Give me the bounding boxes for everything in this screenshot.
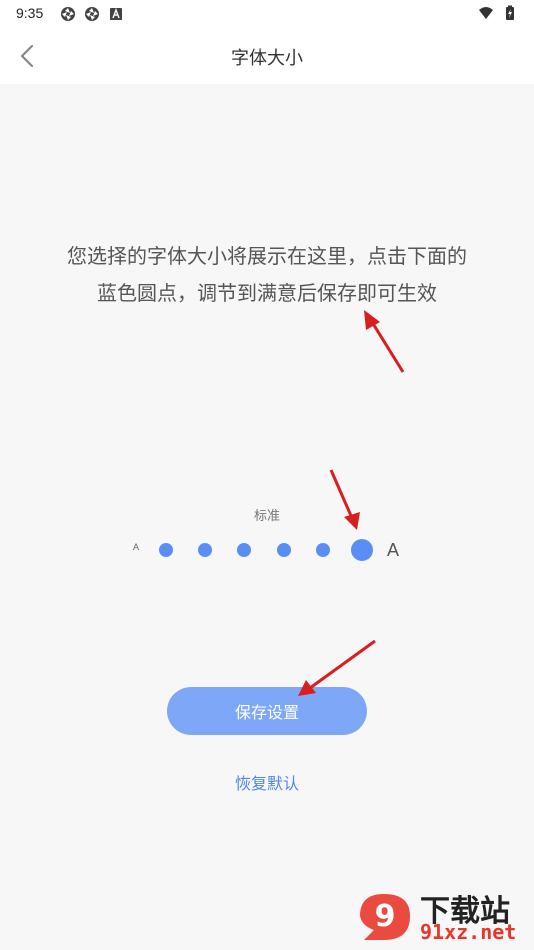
font-preview-text: 您选择的字体大小将展示在这里，点击下面的 蓝色圆点，调节到满意后保存即可生效 bbox=[20, 238, 514, 312]
watermark-logo: 9 bbox=[360, 894, 410, 940]
app-bar: 字体大小 bbox=[0, 28, 534, 84]
site-watermark: 9 下载站 91xz.net bbox=[354, 886, 530, 946]
status-left-icons bbox=[60, 6, 124, 22]
status-bar: 9:35 bbox=[0, 0, 534, 28]
battery-charging-icon bbox=[506, 5, 514, 20]
preview-line-1: 您选择的字体大小将展示在这里，点击下面的 bbox=[67, 244, 467, 268]
page-title: 字体大小 bbox=[231, 48, 303, 69]
annotation-arrows bbox=[298, 310, 405, 696]
status-time: 9:35 bbox=[16, 5, 44, 21]
status-right-icons bbox=[478, 5, 518, 21]
font-size-dot[interactable] bbox=[237, 543, 252, 557]
font-size-dot[interactable] bbox=[315, 543, 330, 557]
font-level-label: 标准 bbox=[253, 509, 280, 524]
wifi-icon bbox=[479, 7, 493, 19]
font-size-dot[interactable] bbox=[276, 543, 291, 557]
aperture-icon bbox=[61, 7, 75, 21]
font-size-dot[interactable] bbox=[198, 543, 213, 557]
watermark-url: 91xz.net bbox=[420, 920, 517, 944]
aperture-icon bbox=[85, 7, 99, 21]
font-size-dot-selected[interactable] bbox=[351, 539, 373, 561]
save-settings-button[interactable]: 保存设置 bbox=[167, 687, 367, 735]
font-size-slider[interactable]: A A bbox=[0, 530, 534, 570]
watermark-logo-glyph: 9 bbox=[375, 899, 396, 934]
restore-default-link[interactable]: 恢复默认 bbox=[0, 770, 534, 794]
small-a-marker: A bbox=[133, 542, 140, 552]
font-size-dot[interactable] bbox=[159, 543, 173, 557]
preview-line-2: 蓝色圆点，调节到满意后保存即可生效 bbox=[97, 281, 437, 305]
annotation-arrow bbox=[364, 310, 405, 373]
large-a-marker: A bbox=[387, 540, 400, 560]
font-app-icon bbox=[110, 8, 122, 20]
